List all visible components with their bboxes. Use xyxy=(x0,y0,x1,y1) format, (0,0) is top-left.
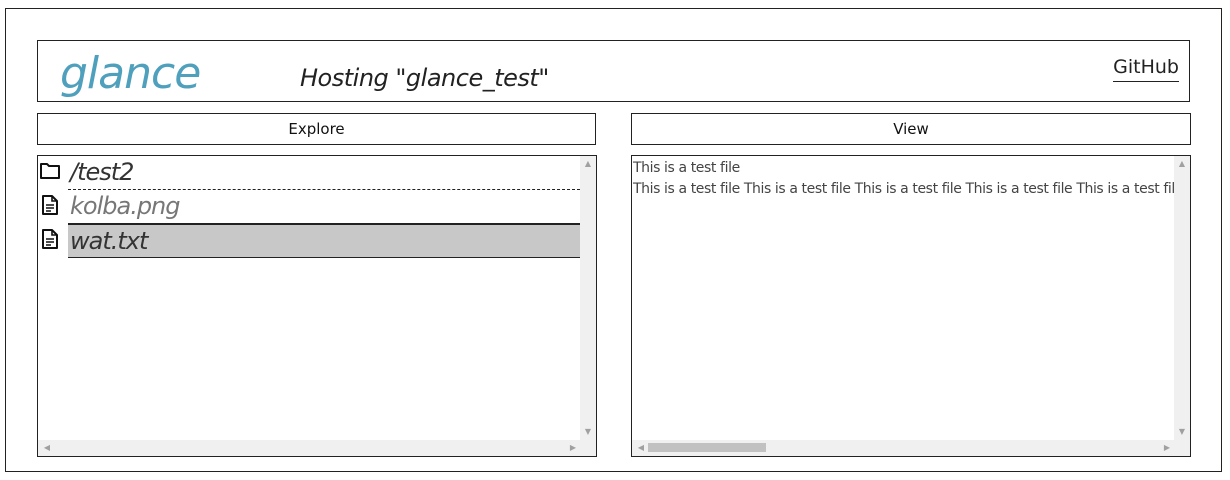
view-button[interactable]: View xyxy=(631,113,1191,145)
vertical-scrollbar[interactable]: ▲ ▼ xyxy=(1174,156,1190,440)
explore-button[interactable]: Explore xyxy=(37,113,596,145)
list-item-selected[interactable]: wat.txt xyxy=(38,224,580,258)
horizontal-scrollbar[interactable]: ◀ ▶ xyxy=(632,440,1174,456)
list-item-name: /test2 xyxy=(68,156,580,190)
document-icon xyxy=(42,195,58,215)
list-item[interactable]: /test2 xyxy=(38,156,580,190)
scrollbar-corner xyxy=(580,440,596,456)
viewer-pane: This is a test file This is a test file … xyxy=(631,155,1191,457)
scroll-left-icon[interactable]: ◀ xyxy=(42,443,52,453)
scroll-up-icon[interactable]: ▲ xyxy=(580,159,596,169)
scroll-down-icon[interactable]: ▼ xyxy=(1174,427,1190,437)
scroll-up-icon[interactable]: ▲ xyxy=(1174,159,1190,169)
scroll-left-icon[interactable]: ◀ xyxy=(636,443,646,453)
horizontal-scrollbar[interactable]: ◀ ▶ xyxy=(38,440,580,456)
scroll-right-icon[interactable]: ▶ xyxy=(568,443,578,453)
scroll-down-icon[interactable]: ▼ xyxy=(580,427,596,437)
app-header: glance Hosting "glance_test" GitHub xyxy=(37,40,1190,102)
list-item[interactable]: kolba.png xyxy=(38,190,580,224)
scrollbar-corner xyxy=(1174,440,1190,456)
vertical-scrollbar[interactable]: ▲ ▼ xyxy=(580,156,596,440)
list-item-name: kolba.png xyxy=(68,190,580,224)
scrollbar-thumb[interactable] xyxy=(648,443,766,452)
document-icon xyxy=(42,229,58,249)
folder-icon xyxy=(40,163,60,179)
list-item-name: wat.txt xyxy=(68,224,580,258)
file-list: /test2 kolba.png wat.txt xyxy=(38,156,580,258)
app-logo: glance xyxy=(60,48,201,99)
file-content: This is a test file This is a test file … xyxy=(633,160,1174,197)
explorer-pane: /test2 kolba.png wat.txt ▲ ▼ ◀ ▶ xyxy=(37,155,597,457)
github-link[interactable]: GitHub xyxy=(1113,55,1179,82)
scroll-right-icon[interactable]: ▶ xyxy=(1162,443,1172,453)
hosting-title: Hosting "glance_test" xyxy=(300,64,549,92)
